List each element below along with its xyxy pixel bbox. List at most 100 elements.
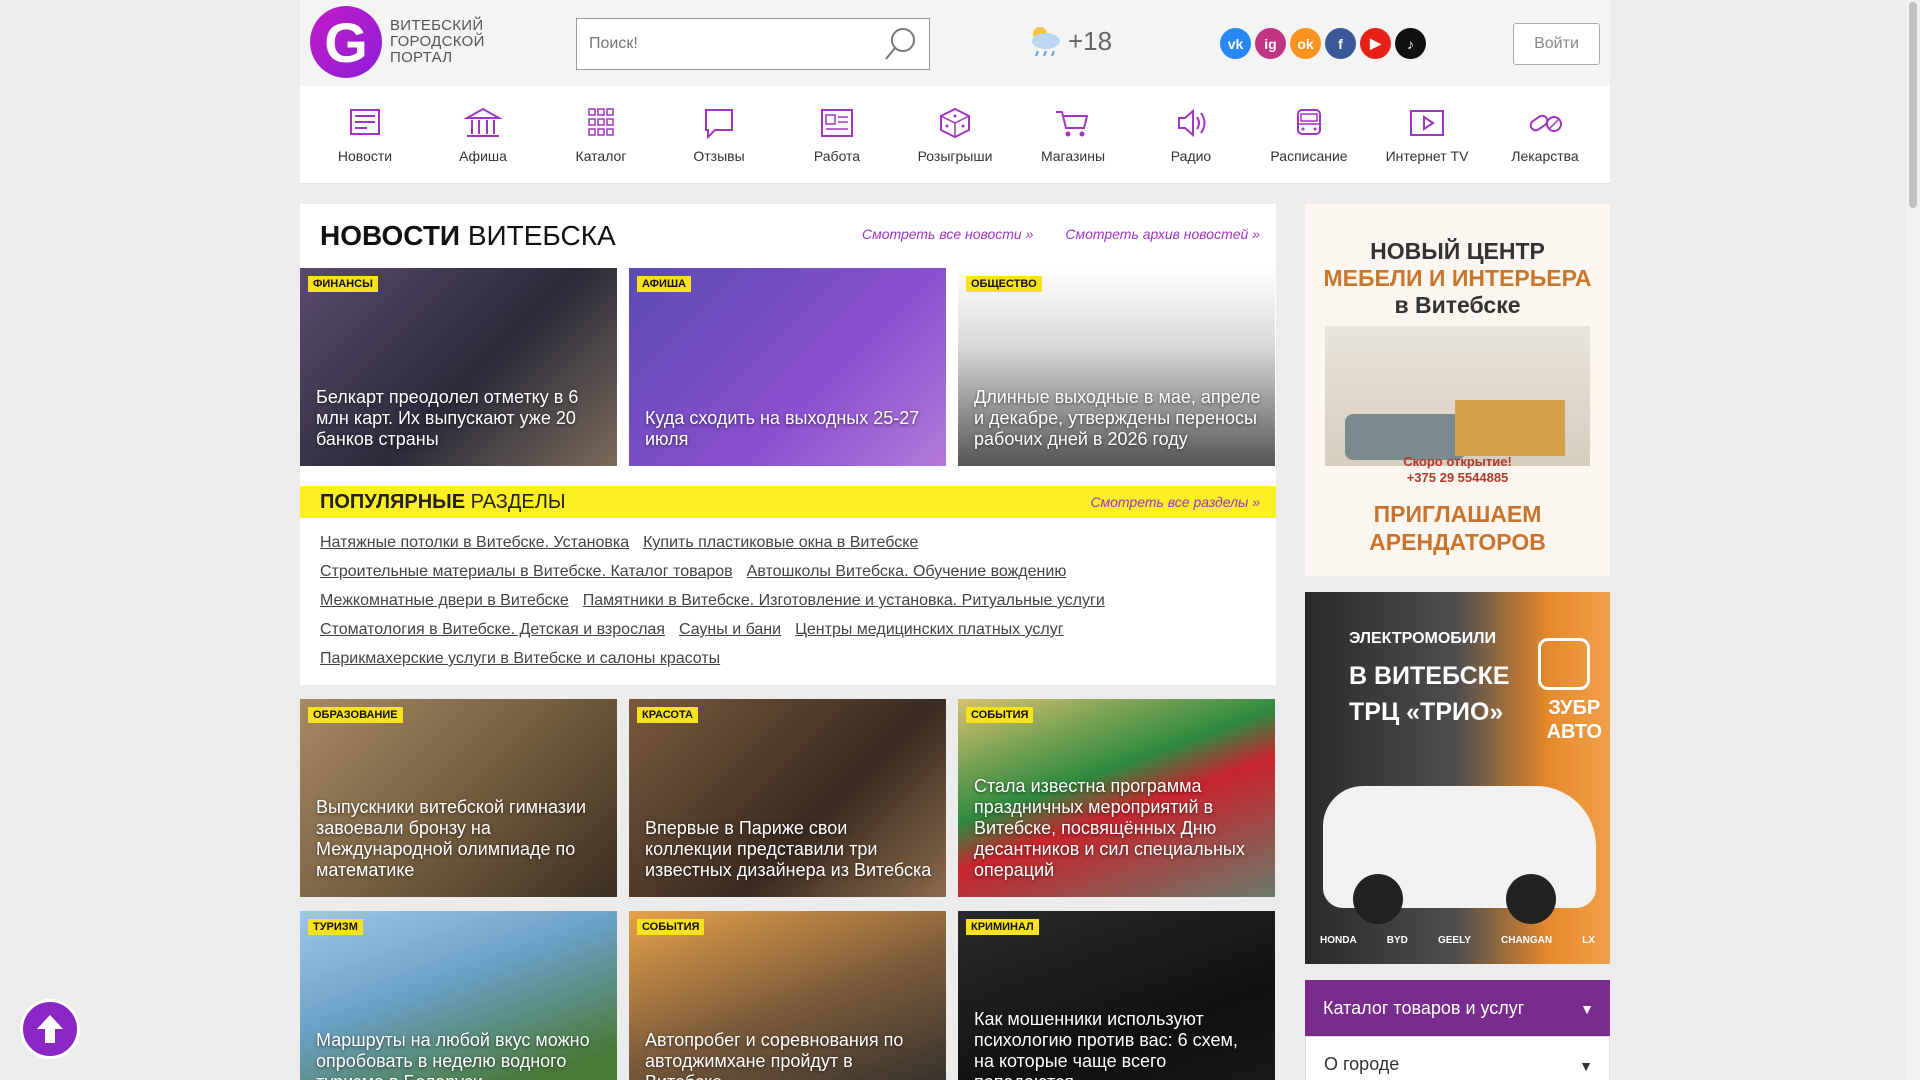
popular-section-link[interactable]: Стоматология в Витебске. Детская и взрос…: [320, 621, 665, 638]
cart-icon: [1056, 110, 1089, 136]
news-archive-link[interactable]: Смотреть архив новостей »: [1065, 226, 1260, 242]
news-card-title[interactable]: Впервые в Париже свои коллекции представ…: [645, 818, 932, 881]
odnoklassniki-icon[interactable]: ok: [1290, 28, 1321, 59]
news-card-title[interactable]: Автопробег и соревнования по автоджимхан…: [645, 1030, 932, 1080]
category-tag[interactable]: ФИНАНСЫ: [308, 276, 378, 292]
banner1-invite: ПРИГЛАШАЕМ АРЕНДАТОРОВ: [1305, 500, 1610, 556]
nav-item-5[interactable]: Работа: [778, 106, 896, 164]
popular-links: Натяжные потолки в Витебске. Установка Ку…: [300, 518, 1276, 685]
about-city-accordion[interactable]: О городе ▼: [1305, 1036, 1610, 1080]
nav-item-label: Лекарства: [1511, 147, 1579, 164]
sidebar: НОВЫЙ ЦЕНТР МЕБЕЛИ И ИНТЕРЬЕРА в Витебск…: [1305, 204, 1610, 1080]
popular-section-link[interactable]: Автошколы Витебска. Обучение вождению: [747, 563, 1067, 580]
facebook-icon[interactable]: f: [1325, 28, 1356, 59]
news-card[interactable]: СОБЫТИЯ Стала известна программа празднич…: [958, 699, 1275, 897]
nav-item-4[interactable]: Отзывы: [660, 106, 778, 164]
news-card-title[interactable]: Белкарт преодолел отметку в 6 млн карт. …: [316, 387, 603, 450]
nav-item-10[interactable]: Интернет TV: [1368, 106, 1486, 164]
category-tag[interactable]: КРАСОТА: [637, 707, 698, 723]
all-sections-link[interactable]: Смотреть все разделы »: [1090, 494, 1260, 510]
category-tag[interactable]: АФИША: [637, 276, 691, 292]
nav-item-7[interactable]: Магазины: [1014, 106, 1132, 164]
all-news-link[interactable]: Смотреть все новости »: [862, 226, 1033, 242]
bus-icon: [1297, 108, 1321, 135]
popular-section-link[interactable]: Памятники в Витебске. Изготовление и уст…: [583, 592, 1105, 609]
banner1-line1: НОВЫЙ ЦЕНТР: [1370, 238, 1545, 264]
search-box: [576, 18, 930, 70]
page-scrollbar[interactable]: [1906, 0, 1920, 1080]
news-card[interactable]: СОБЫТИЯ Автопробег и соревнования по авто…: [629, 911, 946, 1080]
banner2-brand2: АВТО: [1546, 721, 1602, 743]
tiktok-icon[interactable]: ♪: [1395, 28, 1426, 59]
scroll-to-top-button[interactable]: [20, 999, 80, 1059]
news-links: Смотреть все новости » Смотреть архив но…: [862, 226, 1260, 242]
resume-icon: [821, 108, 853, 137]
news-card-title[interactable]: Маршруты на любой вкус можно опробовать …: [316, 1030, 603, 1080]
category-tag[interactable]: СОБЫТИЯ: [966, 707, 1034, 723]
nav-item-9[interactable]: Расписание: [1250, 106, 1368, 164]
logo-text: ВИТЕБСКИЙ ГОРОДСКОЙ ПОРТАЛ: [390, 18, 485, 66]
news-title-rest: ВИТЕБСКА: [467, 220, 616, 251]
popular-section-link[interactable]: Межкомнатные двери в Витебске: [320, 592, 569, 609]
category-tag[interactable]: ТУРИЗМ: [308, 919, 363, 935]
nav-item-label: Афиша: [459, 147, 507, 164]
banner2-line3: ТРЦ «ТРИО»: [1349, 698, 1504, 726]
nav-item-11[interactable]: Лекарства: [1486, 106, 1604, 164]
electric-cars-banner[interactable]: ЭЛЕКТРОМОБИЛИ В ВИТЕБСКЕ ТРЦ «ТРИО» ЗУБР…: [1305, 592, 1610, 964]
news-card[interactable]: ОБЩЕСТВО Длинные выходные в мае, апреле и…: [958, 268, 1275, 466]
logo-line-1: ВИТЕБСКИЙ: [390, 17, 484, 34]
catalog-accordion[interactable]: Каталог товаров и услуг ▼: [1305, 980, 1610, 1036]
search-button[interactable]: [883, 26, 919, 62]
banner2-heading: В ВИТЕБСКЕ ТРЦ «ТРИО»: [1349, 658, 1510, 730]
category-tag[interactable]: ОБЩЕСТВО: [966, 276, 1042, 292]
news-card[interactable]: ТУРИЗМ Маршруты на любой вкус можно опроб…: [300, 911, 617, 1080]
news-title-bold: НОВОСТИ: [320, 220, 461, 251]
scrollbar-thumb[interactable]: [1909, 2, 1917, 208]
popular-section-link[interactable]: Строительные материалы в Витебске. Катал…: [320, 563, 733, 580]
nav-item-label: Радио: [1170, 147, 1212, 164]
news-card-title[interactable]: Как мошенники используют психологию прот…: [974, 1009, 1261, 1080]
login-button[interactable]: Войти: [1513, 23, 1600, 65]
popular-section-link[interactable]: Натяжные потолки в Витебске. Установка: [320, 534, 629, 551]
category-tag[interactable]: ОБРАЗОВАНИЕ: [308, 707, 403, 723]
popular-links-line: Натяжные потолки в Витебске. Установка Ку…: [320, 528, 1256, 557]
theater-icon: [463, 107, 503, 137]
news-card-title[interactable]: Стала известна программа праздничных мер…: [974, 776, 1261, 881]
news-card[interactable]: КРИМИНАЛ Как мошенники используют психоло…: [958, 911, 1275, 1080]
popular-links-line: Межкомнатные двери в Витебске Памятники в…: [320, 586, 1256, 615]
nav-item-3[interactable]: Каталог: [542, 106, 660, 164]
nav-item-8[interactable]: Радио: [1132, 106, 1250, 164]
news-row-2: ОБРАЗОВАНИЕ Выпускники витебской гимназии…: [300, 699, 1276, 897]
nav-item-label: Магазины: [1040, 147, 1106, 164]
cloud-rain-icon: [1032, 27, 1060, 57]
popular-section-link[interactable]: Парикмахерские услуги в Витебске и салон…: [320, 650, 720, 667]
search-input[interactable]: [577, 19, 867, 69]
banner1-invite1: ПРИГЛАШАЕМ: [1373, 501, 1542, 527]
furniture-center-banner[interactable]: НОВЫЙ ЦЕНТР МЕБЕЛИ И ИНТЕРЬЕРА в Витебск…: [1305, 204, 1610, 576]
newspaper-icon: [350, 108, 380, 135]
news-card[interactable]: КРАСОТА Впервые в Париже свои коллекции п…: [629, 699, 946, 897]
site-logo[interactable]: G ВИТЕБСКИЙ ГОРОДСКОЙ ПОРТАЛ: [310, 6, 485, 78]
news-card-title[interactable]: Выпускники витебской гимназии завоевали …: [316, 797, 603, 881]
news-card[interactable]: ОБРАЗОВАНИЕ Выпускники витебской гимназии…: [300, 699, 617, 897]
nav-item-1[interactable]: Новости: [306, 106, 424, 164]
vk-icon[interactable]: vk: [1220, 28, 1251, 59]
triangle-down-icon: ▼: [1579, 1058, 1593, 1074]
triangle-down-icon: ▼: [1580, 1001, 1594, 1017]
category-tag[interactable]: СОБЫТИЯ: [637, 919, 705, 935]
category-tag[interactable]: КРИМИНАЛ: [966, 919, 1039, 935]
popular-section-link[interactable]: Сауны и бани: [679, 621, 781, 638]
weather-widget[interactable]: +18: [1026, 24, 1112, 58]
popular-section-link[interactable]: Купить пластиковые окна в Витебске: [643, 534, 918, 551]
popular-section-link[interactable]: Центры медицинских платных услуг: [795, 621, 1064, 638]
news-card-title[interactable]: Длинные выходные в мае, апреле и декабре…: [974, 387, 1261, 450]
nav-item-6[interactable]: Розыгрыши: [896, 106, 1014, 164]
news-card[interactable]: ФИНАНСЫ Белкарт преодолел отметку в 6 млн…: [300, 268, 617, 466]
youtube-icon[interactable]: ▶: [1360, 28, 1391, 59]
banner1-heading: НОВЫЙ ЦЕНТР МЕБЕЛИ И ИНТЕРЬЕРА в Витебск…: [1305, 238, 1610, 319]
news-card[interactable]: АФИША Куда сходить на выходных 25-27 июля: [629, 268, 946, 466]
nav-item-2[interactable]: Афиша: [424, 106, 542, 164]
news-card-title[interactable]: Куда сходить на выходных 25-27 июля: [645, 408, 932, 450]
instagram-icon[interactable]: ig: [1255, 28, 1286, 59]
news-row-top: ФИНАНСЫ Белкарт преодолел отметку в 6 млн…: [300, 268, 1276, 466]
